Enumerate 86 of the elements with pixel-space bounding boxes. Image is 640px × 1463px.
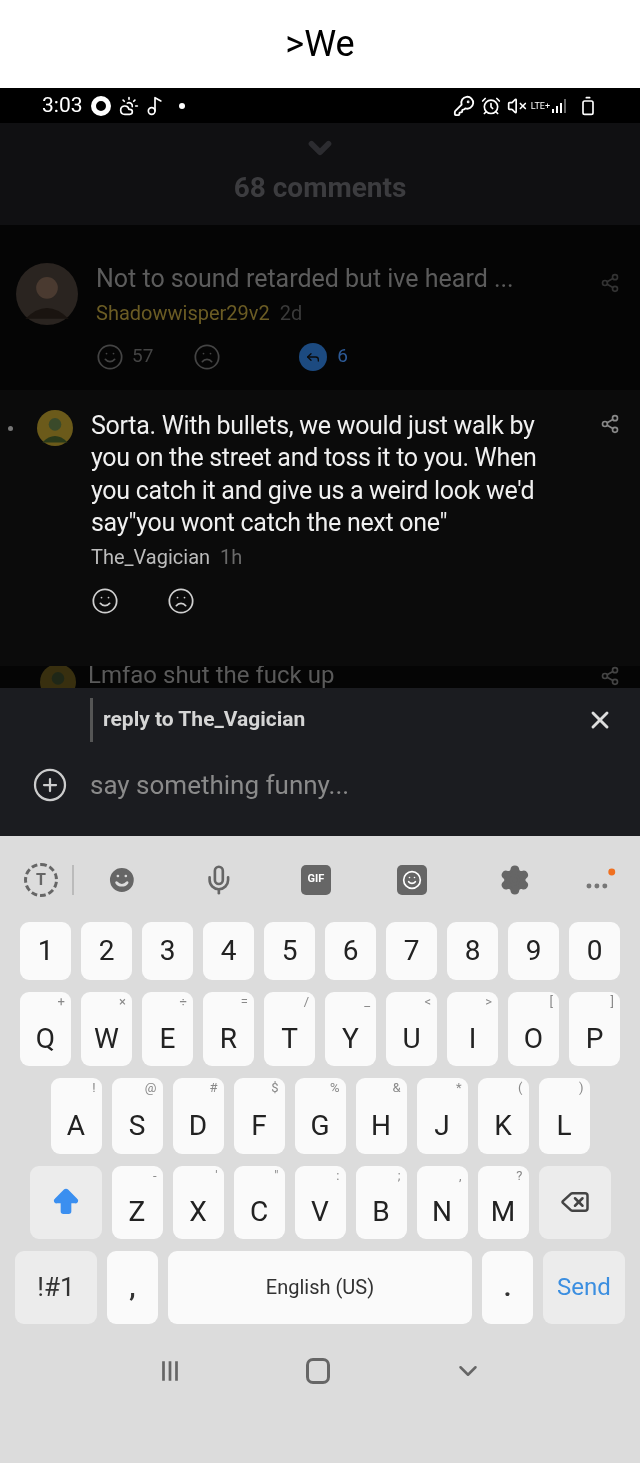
frown-icon[interactable] [167,586,195,615]
key[interactable]: L [556,1104,572,1147]
comment-text: Not to sound retarded but ive heard ... [96,263,515,295]
add-icon[interactable] [32,767,68,803]
gif-button[interactable]: GIF [301,864,331,895]
key-hint: [ [549,993,553,1010]
key-hint: / [303,993,309,1010]
key-hint: ! [92,1079,96,1096]
key-hint: ) [578,1079,584,1096]
key-hint: @ [144,1079,157,1096]
key[interactable]: M [490,1191,516,1233]
key-hint: = [240,993,248,1010]
key[interactable]: I [468,1017,477,1060]
weather-icon [118,95,139,116]
key[interactable]: R [219,1017,238,1060]
timestamp: 1h [220,543,243,571]
key[interactable]: N [432,1191,452,1233]
share-icon[interactable] [600,413,620,434]
avatar [37,409,73,446]
key[interactable]: D [188,1104,208,1147]
key-hint: > [485,993,492,1010]
sync-icon [90,95,111,116]
space-key[interactable]: English (US) [168,1250,472,1324]
username[interactable]: The_Vagician [91,541,211,572]
key[interactable]: P [585,1017,604,1060]
caption: >We [285,22,355,67]
key[interactable]: B [372,1191,390,1233]
key-hint: : [336,1167,340,1184]
key-hint: + [57,993,65,1010]
reply-count: 6 [337,343,349,370]
key[interactable]: U [402,1017,421,1060]
key[interactable]: F [251,1104,267,1147]
alarm-icon [480,95,501,116]
key[interactable]: T [281,1017,298,1060]
key[interactable]: A [66,1104,86,1147]
sticker-icon[interactable] [396,864,427,895]
key-hint: * [455,1079,462,1096]
key[interactable]: J [434,1104,450,1147]
avatar [16,263,78,325]
key-hint: % [329,1079,340,1096]
key-icon [452,94,475,117]
home-icon[interactable] [306,1357,330,1384]
key-hint: # [209,1079,218,1096]
reply-target: reply to The_Vagician [103,705,306,733]
key-hint: $ [271,1079,279,1096]
backspace-key[interactable] [538,1165,611,1239]
key-hint: - [152,1167,157,1184]
clock: 3:03 [42,91,83,119]
translate-button[interactable]: T [24,862,58,897]
key-hint: _ [364,993,370,1010]
symbols-key[interactable]: !#1 [15,1250,97,1324]
key-hint: ÷ [179,993,187,1010]
key[interactable]: Y [342,1017,359,1060]
mute-icon [506,95,527,116]
key-hint: ] [610,993,614,1010]
key[interactable]: X [189,1191,207,1233]
period-key[interactable]: . [482,1250,533,1324]
shift-key[interactable] [29,1165,102,1239]
key-hint: ' [215,1167,218,1184]
key[interactable]: O [523,1017,544,1060]
key[interactable]: S [128,1104,146,1147]
key[interactable]: W [94,1017,119,1060]
key[interactable]: H [371,1104,391,1147]
key-hint: ? [516,1167,523,1184]
like-count: 57 [132,343,154,370]
key-hint: < [424,993,431,1010]
key[interactable]: Q [35,1017,56,1060]
comment-text: Sorta. With bullets, we would just walk by you on the street and toss it to you. When you catch it and give us a weird look we'd say"you wont catch the next one" [91,409,538,539]
key[interactable]: G [310,1104,330,1147]
key[interactable]: Z [128,1191,146,1233]
signal-icon [552,98,566,113]
key-hint: × [119,993,126,1010]
key-hint: ; [397,1167,401,1184]
key-hint: " [274,1167,279,1184]
key-hint: ( [518,1079,523,1096]
key[interactable]: K [494,1104,512,1147]
key[interactable]: V [311,1191,329,1233]
key-hint: , [458,1167,462,1184]
comment-input[interactable]: say something funny... [90,765,640,805]
comma-key[interactable]: , [107,1250,158,1324]
reply-bubble-icon[interactable] [299,342,328,371]
key-hint: & [392,1079,401,1096]
bullet-icon [8,425,13,431]
key[interactable]: E [159,1017,176,1060]
network-type: LTE+ [530,100,550,111]
key[interactable]: C [249,1191,269,1233]
